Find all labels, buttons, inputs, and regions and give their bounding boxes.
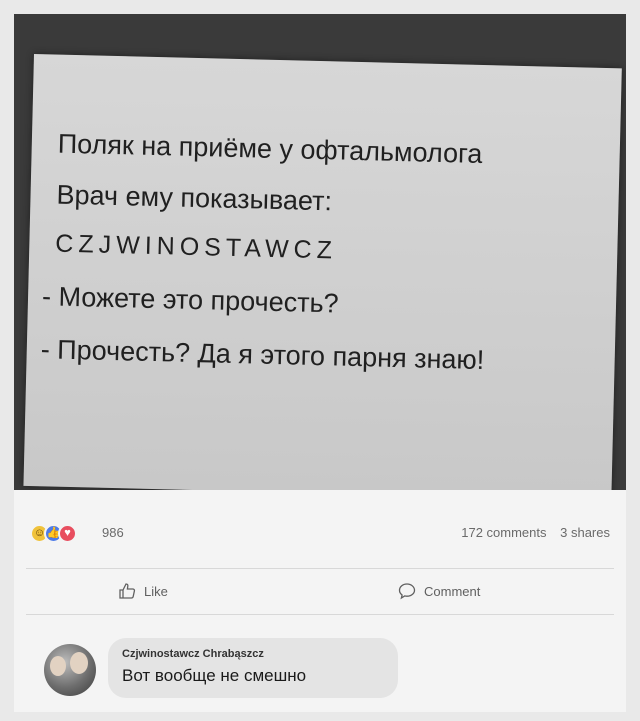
reactions-row: ☺ 👍 ♥ 986 172 comments 3 shares — [14, 520, 626, 548]
note-line-5: - Прочесть? Да я этого парня знаю! — [40, 334, 485, 375]
avatar-face — [50, 656, 66, 676]
action-bar: Like Comment — [14, 576, 626, 608]
comment-text: Вот вообще не смешно — [122, 666, 307, 685]
reaction-icons[interactable]: ☺ 👍 ♥ — [30, 524, 77, 543]
love-icon: ♥ — [58, 524, 77, 543]
divider — [26, 614, 614, 615]
like-button[interactable]: Like — [118, 582, 168, 600]
post-footer: ☺ 👍 ♥ 986 172 comments 3 shares Like Com… — [14, 490, 626, 712]
eye-chart-letters: CZJWINOSTAWCZ — [55, 229, 338, 265]
joke-note-paper: Поляк на приёме у офтальмолога Врач ему … — [23, 54, 622, 490]
comment-button[interactable]: Comment — [398, 582, 480, 600]
note-line-4: - Можете это прочесть? — [41, 281, 339, 319]
comment-bubble-icon — [398, 583, 416, 600]
post-stats: 172 comments 3 shares — [461, 525, 610, 540]
avatar-face — [70, 652, 88, 674]
divider — [26, 568, 614, 569]
avatar[interactable] — [44, 644, 96, 696]
post-photo: Поляк на приёме у офтальмолога Врач ему … — [14, 14, 626, 490]
note-line-2: Врач ему показывает: — [56, 179, 333, 217]
comment-label: Comment — [424, 583, 481, 599]
thumbs-up-icon — [119, 583, 136, 599]
comment-bubble: Czjwinostawcz Chrabąszcz Вот вообще не с… — [108, 638, 398, 698]
comments-count[interactable]: 172 comments — [461, 525, 546, 540]
like-label: Like — [144, 583, 168, 599]
comment-author[interactable]: Czjwinostawcz Chrabąszcz — [122, 648, 384, 660]
reaction-count[interactable]: 986 — [102, 525, 124, 540]
shares-count[interactable]: 3 shares — [560, 525, 610, 540]
note-line-1: Поляк на приёме у офтальмолога — [57, 128, 483, 169]
